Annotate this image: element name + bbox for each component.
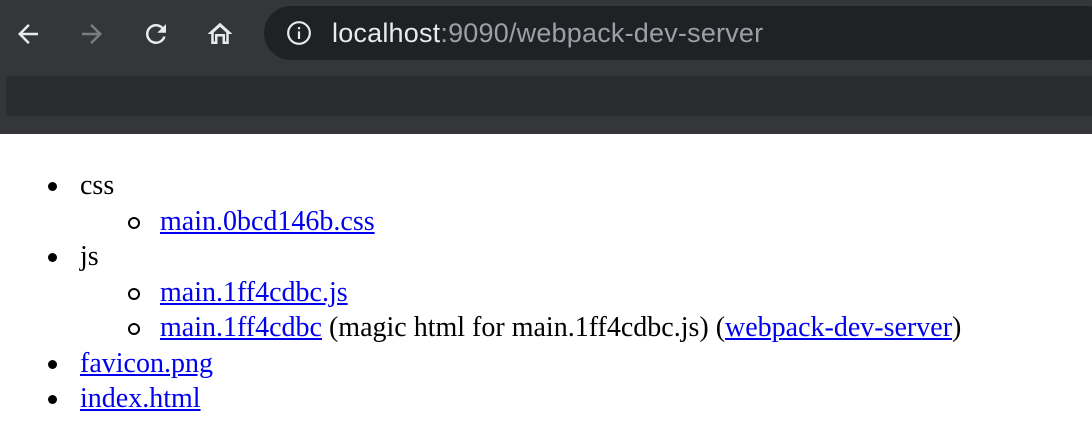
reload-icon — [145, 23, 166, 44]
page-content: css main.0bcd146b.css js main.1ff4cdbc.j… — [0, 134, 1092, 436]
home-icon — [207, 22, 233, 44]
folder-js: js main.1ff4cdbc.js main.1ff4cdbc (magic… — [0, 239, 961, 346]
file-link-favicon[interactable]: favicon.png — [80, 348, 213, 379]
file-item: main.0bcd146b.css — [0, 204, 961, 240]
disc-bullet — [48, 253, 57, 262]
back-button[interactable] — [8, 14, 48, 54]
disc-bullet — [48, 182, 57, 191]
js-file-list: main.1ff4cdbc.js main.1ff4cdbc (magic ht… — [80, 275, 961, 346]
reload-button[interactable] — [136, 14, 176, 54]
closing-paren: ) — [952, 312, 962, 343]
home-button[interactable] — [200, 14, 240, 54]
file-link-main-css[interactable]: main.0bcd146b.css — [160, 206, 375, 237]
webpack-dev-server-link[interactable]: webpack-dev-server — [725, 312, 952, 343]
file-item: main.1ff4cdbc (magic html for main.1ff4c… — [0, 310, 961, 346]
disc-bullet — [48, 359, 57, 369]
file-tree: css main.0bcd146b.css js main.1ff4cdbc.j… — [0, 168, 961, 417]
arrow-left-icon — [18, 24, 38, 44]
file-index: index.html — [0, 381, 961, 417]
folder-css: css main.0bcd146b.css — [0, 168, 961, 239]
url-path: :9090/webpack-dev-server — [440, 18, 764, 48]
bookmarks-bar — [0, 70, 1092, 134]
info-icon[interactable] — [286, 20, 312, 46]
circle-bullet — [128, 216, 140, 229]
disc-bullet — [48, 395, 57, 404]
arrow-right-icon — [82, 24, 102, 44]
folder-label-css: css — [80, 170, 115, 201]
circle-bullet — [128, 323, 140, 335]
browser-toolbar: localhost:9090/webpack-dev-server — [0, 0, 1092, 70]
url-host: localhost — [332, 18, 441, 48]
url-text[interactable]: localhost:9090/webpack-dev-server — [332, 17, 763, 49]
folder-label-js: js — [80, 241, 99, 272]
css-file-list: main.0bcd146b.css — [80, 204, 961, 240]
file-link-main-js[interactable]: main.1ff4cdbc.js — [160, 277, 348, 308]
forward-button[interactable] — [72, 14, 112, 54]
file-item: main.1ff4cdbc.js — [0, 275, 961, 311]
magic-html-note: (magic html for main.1ff4cdbc.js) ( — [328, 312, 726, 343]
file-favicon: favicon.png — [0, 346, 961, 382]
circle-bullet — [128, 287, 140, 300]
file-link-index[interactable]: index.html — [80, 383, 201, 414]
file-link-main-magic-html[interactable]: main.1ff4cdbc — [160, 312, 322, 343]
bookmarks-bar-strip — [6, 76, 1092, 116]
address-bar[interactable]: localhost:9090/webpack-dev-server — [264, 6, 1092, 60]
